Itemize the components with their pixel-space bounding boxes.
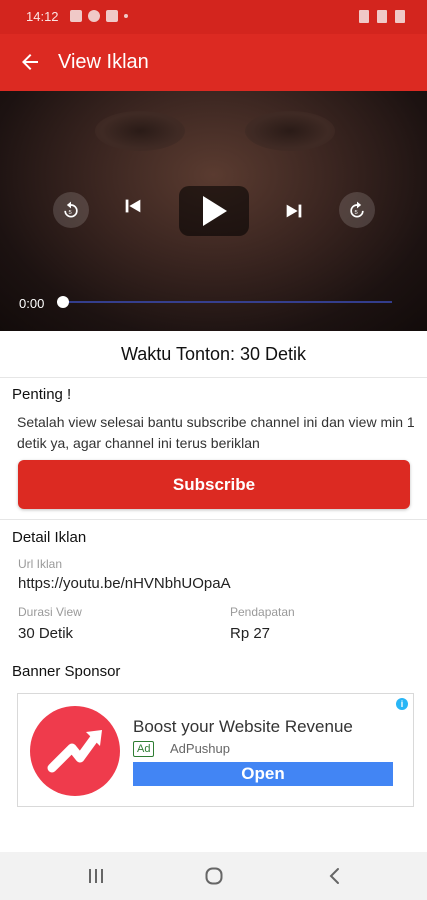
ad-open-button[interactable]: Open <box>133 762 393 786</box>
progress-knob[interactable] <box>57 296 69 308</box>
subscribe-button[interactable]: Subscribe <box>18 460 410 509</box>
recent-apps-icon[interactable] <box>86 866 106 886</box>
duration-value: 30 Detik <box>18 625 74 642</box>
gallery-icon <box>70 10 82 22</box>
income-value: Rp 27 <box>230 625 271 642</box>
advertiser-logo <box>30 706 120 796</box>
rewind-icon[interactable]: 5 <box>53 192 89 228</box>
video-frame-detail <box>245 111 335 151</box>
duration-label: Durasi View <box>18 605 82 619</box>
back-icon[interactable] <box>325 866 345 886</box>
play-button[interactable] <box>179 186 249 236</box>
income-label: Pendapatan <box>230 605 295 619</box>
home-icon[interactable] <box>204 866 224 886</box>
banner-heading: Banner Sponsor <box>12 663 121 680</box>
battery-icon <box>395 10 405 23</box>
progress-bar[interactable] <box>62 301 392 303</box>
svg-text:5: 5 <box>69 210 72 216</box>
app-bar: View Iklan <box>0 34 427 91</box>
video-player[interactable]: 5 5 0:00 <box>0 91 427 331</box>
next-icon[interactable] <box>281 198 307 224</box>
svg-text:5: 5 <box>355 210 358 216</box>
watch-time-banner: Waktu Tonton: 30 Detik <box>0 331 427 378</box>
back-arrow-icon[interactable] <box>18 50 42 74</box>
app-icon <box>88 10 100 22</box>
ad-headline: Boost your Website Revenue <box>133 717 353 736</box>
signal-icon <box>359 10 369 23</box>
advertiser-name: AdPushup <box>170 741 230 756</box>
sponsor-ad[interactable]: Boost your Website Revenue Ad AdPushup O… <box>17 693 414 807</box>
forward-icon[interactable]: 5 <box>339 192 375 228</box>
url-label: Url Iklan <box>18 557 63 571</box>
current-time: 0:00 <box>19 296 45 311</box>
important-heading: Penting ! <box>12 386 72 403</box>
ad-info-icon[interactable]: i <box>396 698 408 710</box>
divider <box>0 519 427 520</box>
system-nav-bar <box>0 852 427 900</box>
previous-icon[interactable] <box>120 193 146 219</box>
page-title: View Iklan <box>58 51 149 73</box>
system-icons <box>359 10 405 23</box>
signal-icon-2 <box>377 10 387 23</box>
watch-time-text: Waktu Tonton: 30 Detik <box>120 344 307 364</box>
status-bar: 14:12 <box>0 0 427 34</box>
video-frame-detail <box>95 111 185 151</box>
important-text: Setalah view selesai bantu subscribe cha… <box>17 414 415 451</box>
status-time: 14:12 <box>26 9 59 24</box>
more-notifications-icon <box>124 14 128 18</box>
ad-badge: Ad <box>133 741 155 757</box>
notification-icons <box>70 10 128 22</box>
app-icon-2 <box>106 10 118 22</box>
url-value: https://youtu.be/nHVNbhUOpaA <box>18 575 231 592</box>
play-icon <box>203 196 227 226</box>
detail-heading: Detail Iklan <box>12 529 87 546</box>
